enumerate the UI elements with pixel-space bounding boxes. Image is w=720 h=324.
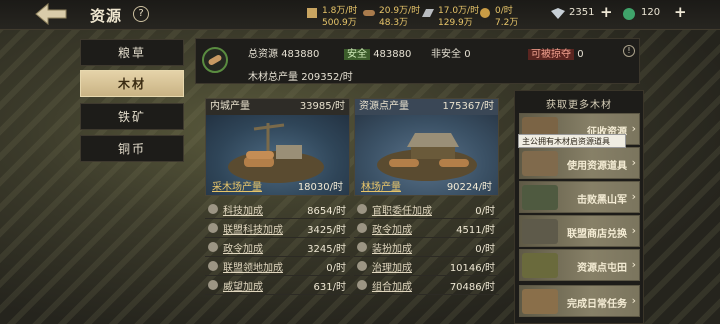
total-resource: 总资源 483880 xyxy=(248,49,320,60)
chevron-right-icon: › xyxy=(631,294,636,307)
list-item[interactable]: 治理加成 10146/时 xyxy=(354,257,499,276)
resource-point-label: 资源点产量 xyxy=(359,101,409,112)
wood-summary-icon xyxy=(202,47,228,73)
total-output: 木材总产量 209352/时 xyxy=(248,72,353,83)
chevron-right-icon: › xyxy=(631,122,636,135)
forest-farm-value: 90224/时 xyxy=(446,182,492,193)
add-gem-button[interactable]: + xyxy=(674,3,687,21)
lumber-camp-value: 18030/时 xyxy=(297,182,343,193)
back-button[interactable] xyxy=(34,2,70,26)
chevron-right-icon: › xyxy=(631,258,636,271)
inner-city-value: 33985/时 xyxy=(299,101,345,112)
top-bar: 资源 ? 1.8万/时 500.9万 20.9万/时 48.3万 17.0万/时… xyxy=(0,0,720,30)
list-item[interactable]: 政令加成 4511/时 xyxy=(354,219,499,238)
gem-count: 120 xyxy=(641,7,661,18)
iron-icon xyxy=(422,9,434,17)
resource-point-value: 175367/时 xyxy=(442,101,494,112)
official-icon xyxy=(357,204,367,214)
chevron-right-icon: › xyxy=(631,224,636,237)
grain-icon xyxy=(307,8,317,18)
list-item[interactable]: 联盟科技加成 3425/时 xyxy=(205,219,350,238)
get-more-title: 获取更多木材 xyxy=(546,100,612,111)
tab-iron[interactable]: 铁矿 xyxy=(80,103,184,130)
item-icon xyxy=(522,151,558,176)
farm-icon xyxy=(522,253,558,278)
alliance-shop-button[interactable]: 联盟商店兑换 › xyxy=(519,215,640,247)
log-icon xyxy=(208,55,222,65)
jade-count: 2351 xyxy=(569,7,595,18)
add-jade-button[interactable]: + xyxy=(600,3,613,21)
territory-icon xyxy=(208,261,218,271)
help-button[interactable]: ? xyxy=(133,6,149,22)
army-icon xyxy=(522,185,558,210)
shop-icon xyxy=(522,219,558,244)
task-icon xyxy=(522,289,558,314)
wood-icon xyxy=(363,10,375,16)
safe-resource: 安全 483880 xyxy=(344,45,411,60)
decree-icon xyxy=(357,223,367,233)
jade-icon xyxy=(551,8,565,19)
list-item[interactable]: 组合加成 70486/时 xyxy=(354,276,499,295)
resource-point-panel: 资源点产量 175367/时 林场产量 90224/时 xyxy=(354,98,499,196)
tab-coin[interactable]: 铜币 xyxy=(80,135,184,162)
coin-icon xyxy=(480,8,490,18)
page-title: 资源 xyxy=(90,7,123,25)
tooltip: 主公拥有木材启资源道具 xyxy=(518,134,626,148)
list-item[interactable]: 官职委任加成 0/时 xyxy=(354,200,499,219)
point-bonus-list: 官职委任加成 0/时 政令加成 4511/时 装扮加成 0/时 治理加成 101… xyxy=(354,200,499,295)
farmland-button[interactable]: 资源点屯田 › xyxy=(519,249,640,281)
use-item-button[interactable]: 使用资源道具 › xyxy=(519,147,640,179)
inner-bonus-list: 科技加成 8654/时 联盟科技加成 3425/时 政令加成 3245/时 联盟… xyxy=(205,200,350,295)
daily-task-button[interactable]: 完成日常任务 › xyxy=(519,285,640,317)
chevron-right-icon: › xyxy=(631,156,636,169)
alliance-tech-icon xyxy=(208,223,218,233)
decree-icon xyxy=(208,242,218,252)
summary-panel: 总资源 483880 安全 483880 非安全 0 可被掠夺 0 ! 木材总产… xyxy=(195,38,640,84)
prestige-icon xyxy=(208,280,218,290)
gem-icon xyxy=(623,8,635,20)
list-item[interactable]: 联盟领地加成 0/时 xyxy=(205,257,350,276)
list-item[interactable]: 装扮加成 0/时 xyxy=(354,238,499,257)
tech-icon xyxy=(208,204,218,214)
govern-icon xyxy=(357,261,367,271)
list-item[interactable]: 科技加成 8654/时 xyxy=(205,200,350,219)
tab-grain[interactable]: 粮草 xyxy=(80,39,184,66)
combo-icon xyxy=(357,280,367,290)
defeat-heishan-button[interactable]: 击败黑山军 › xyxy=(519,181,640,213)
forest-farm-label: 林场产量 xyxy=(361,182,401,193)
info-icon[interactable]: ! xyxy=(623,45,635,57)
tab-wood[interactable]: 木材 xyxy=(80,70,184,97)
chevron-right-icon: › xyxy=(631,190,636,203)
unsafe-resource: 非安全 0 xyxy=(431,49,471,60)
get-more-panel: 获取更多木材 征收资源 › 使用资源道具 › 击败黑山军 › 联盟商店兑换 › … xyxy=(514,90,644,324)
list-item[interactable]: 威望加成 631/时 xyxy=(205,276,350,295)
list-item[interactable]: 政令加成 3245/时 xyxy=(205,238,350,257)
plunder-resource: 可被掠夺 0 xyxy=(528,45,584,60)
inner-city-panel: 内城产量 33985/时 采木场产量 18030/时 xyxy=(205,98,350,196)
inner-city-label: 内城产量 xyxy=(210,101,250,112)
back-arrow-icon xyxy=(35,2,67,26)
lumber-camp-label: 采木场产量 xyxy=(212,182,262,193)
dress-icon xyxy=(357,242,367,252)
